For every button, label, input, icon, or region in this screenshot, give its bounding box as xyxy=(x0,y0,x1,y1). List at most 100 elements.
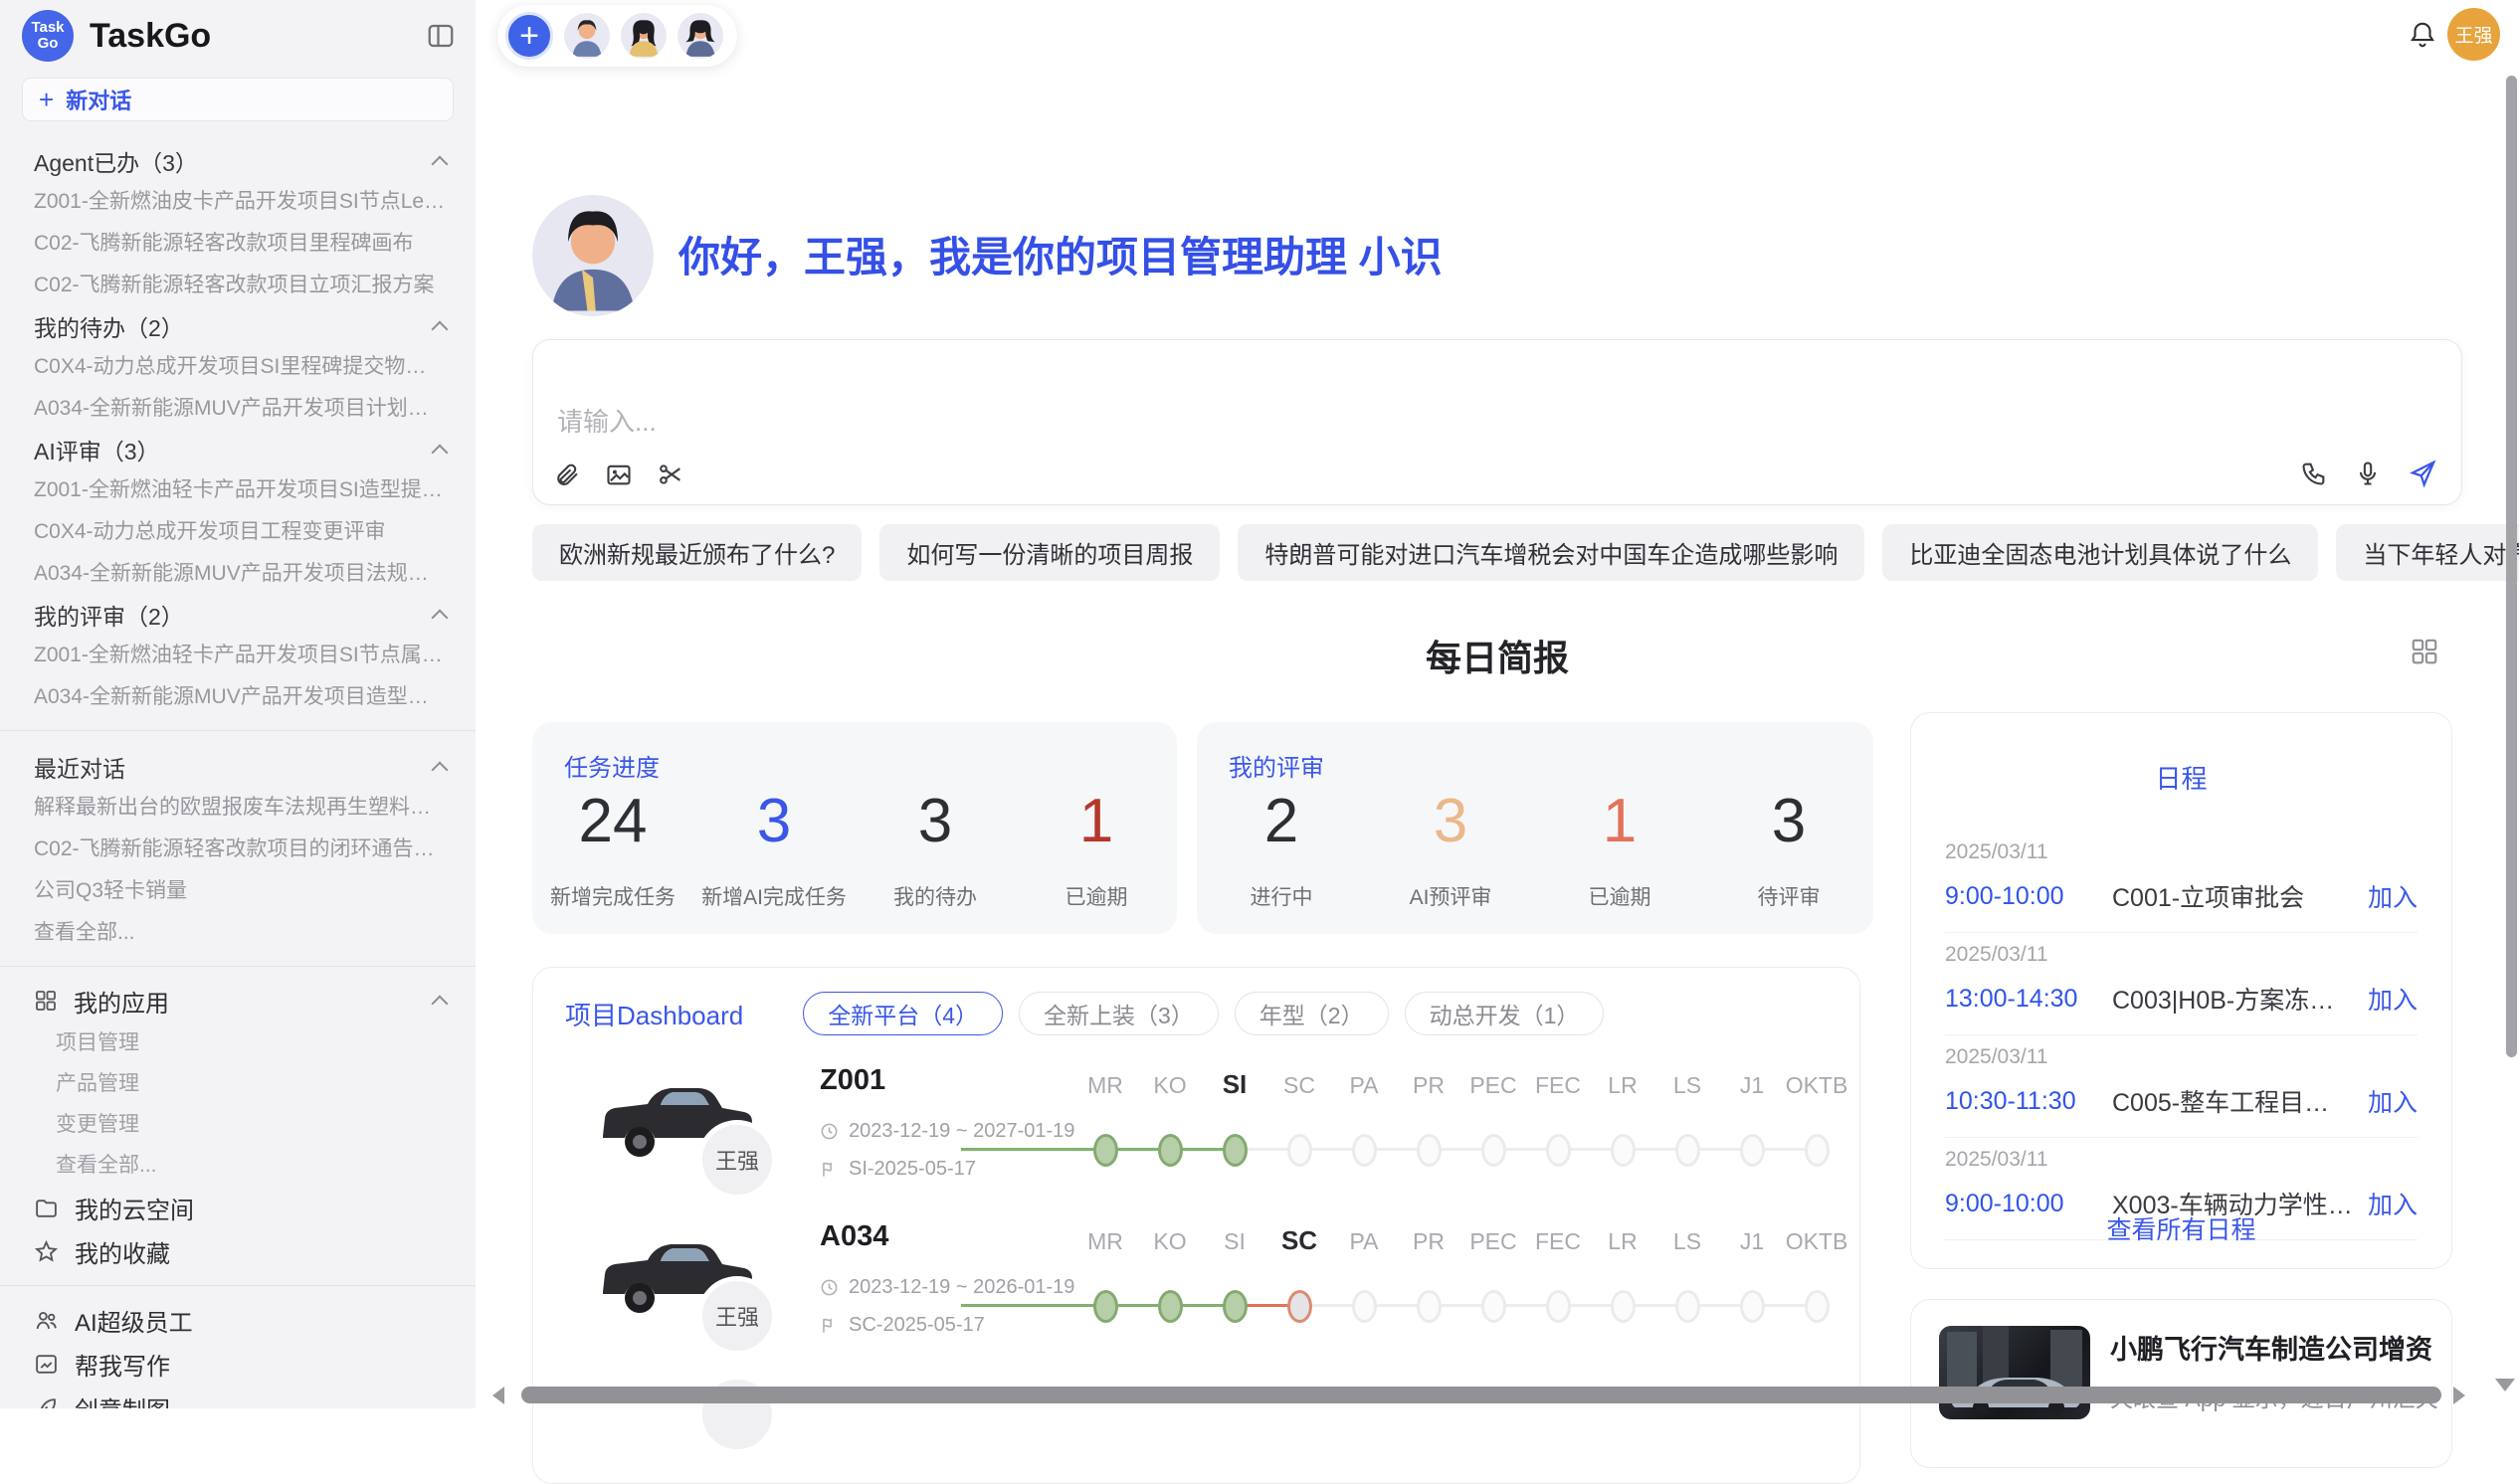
suggestion-chip[interactable]: 当下年轻人对汽车外观有怎样的喜好趋势 xyxy=(2336,524,2519,581)
stat-value: 3 xyxy=(855,786,1016,857)
sidebar-item[interactable]: C02-飞腾新能源轻客改款项目立项汇报方案 xyxy=(34,265,446,306)
sidebar-item-creative-drawing[interactable]: 创意制图 xyxy=(0,1386,476,1408)
milestone-label: OKTB xyxy=(1777,1228,1856,1255)
chevron-up-icon xyxy=(432,761,449,778)
sidebar-item[interactable]: C02-飞腾新能源轻客改款项目的闭环通告反馈情况 xyxy=(34,829,446,870)
sidebar-item[interactable]: C0X4-动力总成开发项目工程变更评审 xyxy=(34,511,446,553)
attachment-icon[interactable] xyxy=(553,461,581,488)
schedule-time: 9:00-10:00 xyxy=(1945,882,2112,911)
sidebar-group-ai-review[interactable]: AI评审（3） xyxy=(34,430,446,469)
sidebar-item-favorites[interactable]: 我的收藏 xyxy=(0,1229,476,1273)
agent-avatar-2[interactable] xyxy=(621,13,667,59)
sidebar-item[interactable]: A034-全新新能源MUV产品开发项目计划变更表编写 xyxy=(34,388,446,430)
app-logo: Task Go xyxy=(22,10,74,62)
send-icon[interactable] xyxy=(2408,459,2437,488)
sidebar-item[interactable]: A034-全新新能源MUV产品开发项目造型可行性评审 xyxy=(34,676,446,718)
milestone-node-done xyxy=(1223,1134,1248,1167)
notification-bell-icon[interactable] xyxy=(2408,20,2437,55)
sidebar-item[interactable]: C02-飞腾新能源轻客改款项目里程碑画布 xyxy=(34,223,446,265)
sidebar-group-my-review[interactable]: 我的评审（2） xyxy=(34,595,446,635)
stat-ai-pre-review: 3 AI预评审 xyxy=(1366,786,1535,911)
tab-new-platform[interactable]: 全新平台（4） xyxy=(803,992,1003,1035)
view-all-schedule-link[interactable]: 查看所有日程 xyxy=(1911,1210,2451,1246)
tab-model-year[interactable]: 年型（2） xyxy=(1235,992,1389,1035)
sidebar-group-my-apps[interactable]: 我的应用 xyxy=(0,979,476,1022)
milestone-node xyxy=(1481,1134,1506,1167)
clock-icon xyxy=(820,1122,839,1141)
scissors-icon[interactable] xyxy=(657,461,684,488)
suggestion-chip[interactable]: 特朗普可能对进口汽车增税会对中国车企造成哪些影响 xyxy=(1238,524,1864,581)
stat-overdue: 1 已逾期 xyxy=(1016,786,1177,911)
horizontal-scrollbar-thumb[interactable] xyxy=(521,1387,2441,1403)
sidebar-item-help-me-write[interactable]: 帮我写作 xyxy=(0,1342,476,1386)
group-label: 我的应用 xyxy=(74,984,434,1019)
suggestion-chip[interactable]: 欧洲新规最近颁布了什么? xyxy=(532,524,862,581)
agent-avatar-1[interactable] xyxy=(564,13,610,59)
chevron-up-icon xyxy=(432,155,449,172)
milestone-node xyxy=(1805,1134,1830,1167)
project-flag: SC-2025-05-17 xyxy=(820,1314,985,1337)
chevron-up-icon xyxy=(432,320,449,337)
project-owner-badge: 王强 xyxy=(697,1120,777,1200)
sidebar-group-my-todo[interactable]: 我的待办（2） xyxy=(34,306,446,346)
divider xyxy=(0,730,476,731)
chevron-up-icon xyxy=(432,444,449,461)
stat-label: 已逾期 xyxy=(1016,881,1177,911)
project-row[interactable]: 王强 Z001 2023-12-19 ~ 2027-01-19 SI-2025-… xyxy=(563,1062,1849,1216)
add-agent-button[interactable]: + xyxy=(505,12,553,60)
sidebar-item-cloud-space[interactable]: 我的云空间 xyxy=(0,1186,476,1229)
tab-new-body[interactable]: 全新上装（3） xyxy=(1019,992,1219,1035)
join-link[interactable]: 加入 xyxy=(2368,1083,2418,1119)
phone-icon[interactable] xyxy=(2300,460,2328,487)
tab-powertrain[interactable]: 动总开发（1） xyxy=(1405,992,1605,1035)
entry-label: 我的云空间 xyxy=(75,1191,194,1225)
write-icon xyxy=(34,1352,59,1377)
assistant-avatar xyxy=(532,195,654,316)
schedule-name: C003|H0B-方案冻结评审 xyxy=(2112,981,2354,1017)
pen-icon xyxy=(34,1395,59,1409)
sidebar-item[interactable]: 公司Q3轻卡销量 xyxy=(34,870,446,912)
image-icon[interactable] xyxy=(605,461,633,488)
sidebar-item-project-mgmt[interactable]: 项目管理 xyxy=(0,1022,476,1063)
suggestion-chip[interactable]: 如何写一份清晰的项目周报 xyxy=(879,524,1220,581)
sidebar-item[interactable]: Z001-全新燃油皮卡产品开发项目SI节点Lesson Learn报告 xyxy=(34,181,446,223)
sidebar-item-change-mgmt[interactable]: 变更管理 xyxy=(0,1104,476,1145)
join-link[interactable]: 加入 xyxy=(2368,878,2418,914)
sidebar-item-ai-super-staff[interactable]: AI超级员工 xyxy=(0,1298,476,1342)
microphone-icon[interactable] xyxy=(2354,460,2382,487)
scroll-down-arrow-icon[interactable] xyxy=(2495,1379,2515,1391)
sidebar-group-agent-done[interactable]: Agent已办（3） xyxy=(34,141,446,181)
scroll-left-arrow-icon[interactable] xyxy=(492,1387,504,1404)
vertical-scrollbar-thumb[interactable] xyxy=(2506,76,2517,1057)
schedule-name: C005-整车工程目标评审 xyxy=(2112,1083,2354,1119)
sidebar-collapse-icon[interactable] xyxy=(426,21,456,51)
entry-label: 我的收藏 xyxy=(75,1234,170,1269)
sidebar-group-recent-chats[interactable]: 最近对话 xyxy=(34,747,446,787)
schedule-time: 13:00-14:30 xyxy=(1945,985,2112,1014)
divider xyxy=(0,966,476,967)
view-all-apps-link[interactable]: 查看全部... xyxy=(0,1145,476,1186)
news-card[interactable]: 小鹏飞行汽车制造公司增资 天眼查 App 显示，近日广州汇天飞行汽... xyxy=(1910,1299,2452,1468)
scroll-right-arrow-icon[interactable] xyxy=(2453,1387,2465,1404)
suggestion-chip[interactable]: 比亚迪全固态电池计划具体说了什么 xyxy=(1882,524,2318,581)
chat-input[interactable]: 请输入... xyxy=(532,339,2462,505)
project-row[interactable]: 王强 A034 2023-12-19 ~ 2026-01-19 SC-2025-… xyxy=(563,1218,1849,1373)
new-chat-button[interactable]: + 新对话 xyxy=(22,78,454,121)
sidebar-item[interactable]: Z001-全新燃油轻卡产品开发项目SI节点属性5D文件评审 xyxy=(34,635,446,676)
agent-avatar-3[interactable] xyxy=(678,13,723,59)
sidebar-item[interactable]: Z001-全新燃油轻卡产品开发项目SI造型提交物评审 xyxy=(34,469,446,511)
sidebar-item-product-mgmt[interactable]: 产品管理 xyxy=(0,1063,476,1104)
join-link[interactable]: 加入 xyxy=(2368,981,2418,1017)
user-avatar[interactable]: 王强 xyxy=(2447,8,2500,61)
view-all-chats-link[interactable]: 查看全部... xyxy=(34,912,446,954)
layout-grid-icon[interactable] xyxy=(2410,637,2439,671)
milestone-node xyxy=(1481,1290,1506,1323)
sidebar-item[interactable]: C0X4-动力总成开发项目SI里程碑提交物检查 xyxy=(34,346,446,388)
news-thumbnail xyxy=(1939,1326,2090,1419)
sidebar-item[interactable]: A034-全新新能源MUV产品开发项目法规符合性评审 xyxy=(34,553,446,595)
sidebar-item[interactable]: 解释最新出台的欧盟报废车法规再生塑料比例被调至15%... xyxy=(34,787,446,829)
new-chat-label: 新对话 xyxy=(66,84,131,115)
milestone-node xyxy=(1352,1290,1377,1323)
project-code: Z001 xyxy=(820,1064,885,1097)
group-label: 我的评审（2） xyxy=(34,598,184,632)
